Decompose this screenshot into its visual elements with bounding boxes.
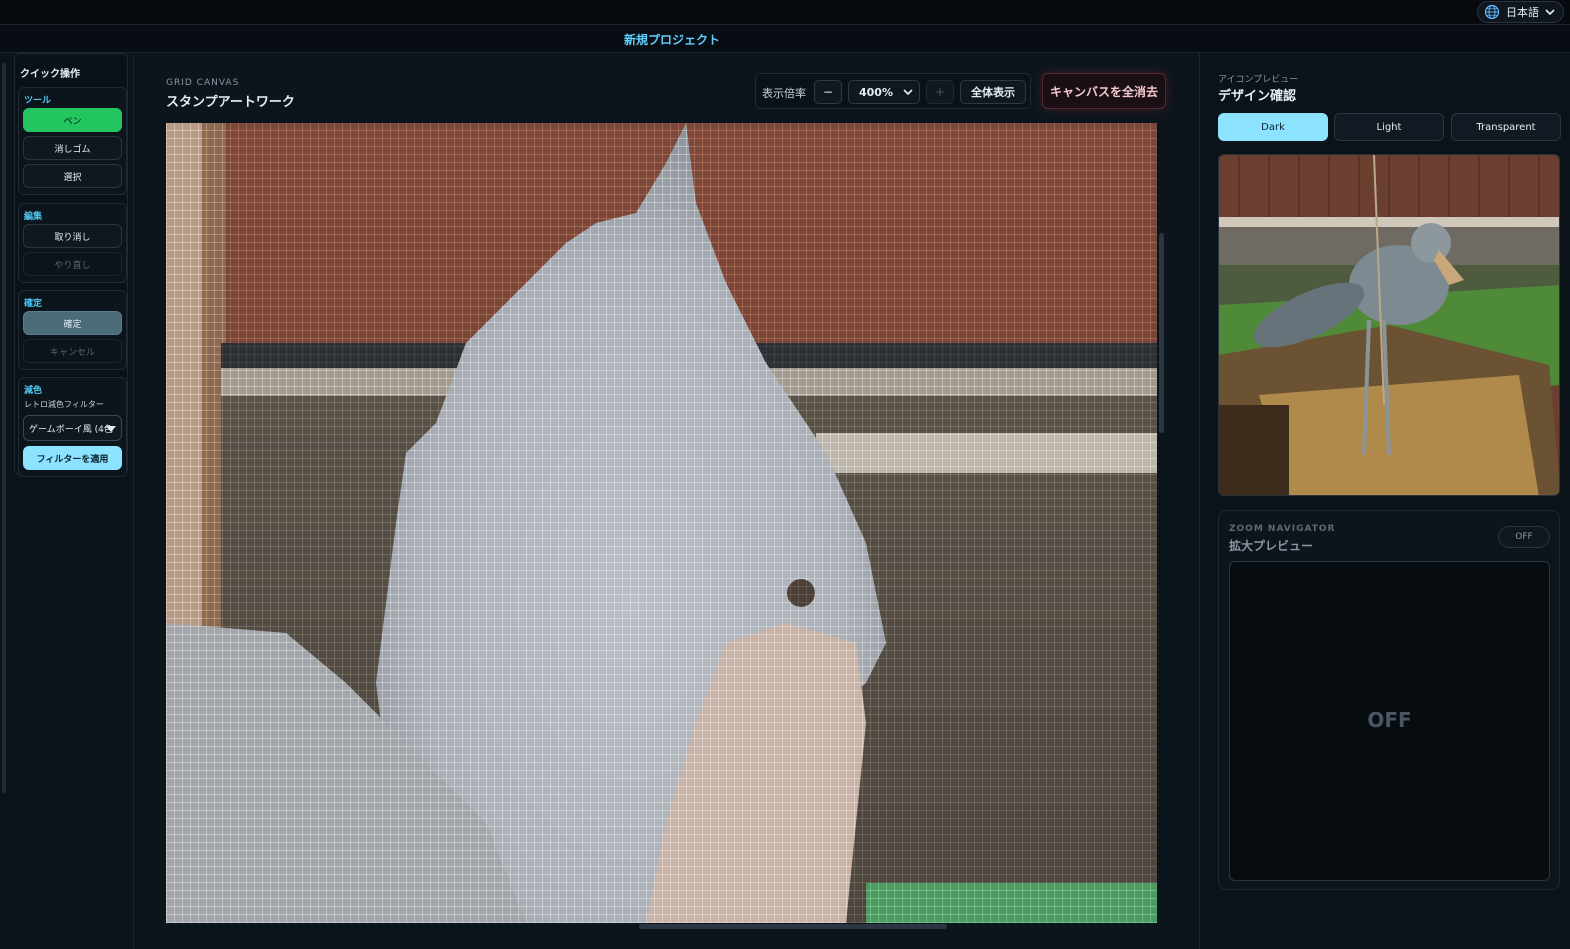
icon-preview-title: デザイン確認: [1218, 89, 1297, 104]
zoom-toolbar: 表示倍率 − 400% + 全体表示: [755, 73, 1031, 109]
zoom-navigator-panel: ZOOM NAVIGATOR 拡大プレビュー OFF OFF: [1218, 510, 1560, 890]
globe-icon: [1484, 4, 1500, 20]
color-reduction-label: 減色: [24, 386, 43, 396]
mode-light-button[interactable]: Light: [1334, 113, 1444, 141]
edit-group: 編集 取り消し やり直し: [18, 203, 127, 283]
mode-transparent-button[interactable]: Transparent: [1451, 113, 1561, 141]
canvas-horizontal-scrollbar[interactable]: [166, 924, 1157, 930]
horizontal-scroll-thumb[interactable]: [639, 924, 947, 929]
confirm-group: 確定 確定 キャンセル: [18, 290, 127, 370]
zoom-in-button[interactable]: +: [926, 80, 954, 104]
caret-down-icon: [106, 426, 116, 432]
grid-overlay: [166, 123, 1157, 923]
color-reduction-group: 減色 レトロ減色フィルター ゲームボーイ風 (4色 フィルターを適用: [18, 377, 127, 477]
retro-filter-value: ゲームボーイ風 (4色: [29, 424, 113, 435]
canvas-title: スタンプアートワーク: [166, 95, 295, 110]
confirm-button[interactable]: 確定: [23, 311, 122, 335]
zoom-navigator-toggle[interactable]: OFF: [1498, 526, 1550, 548]
quick-actions-sidebar: クイック操作 ツール ペン 消しゴム 選択 編集 取り消し やり直し 確定 確定…: [0, 53, 134, 949]
zoom-navigator-off-text: OFF: [1367, 708, 1412, 732]
chevron-down-icon: [903, 87, 913, 100]
quick-actions-title: クイック操作: [20, 69, 80, 80]
preview-sidebar: アイコンプレビュー デザイン確認 Dark Light Transparent: [1199, 53, 1570, 949]
tools-label: ツール: [24, 96, 52, 106]
language-label: 日本語: [1506, 6, 1539, 19]
zoom-select[interactable]: 400%: [848, 80, 920, 104]
shoebill-photo: [1219, 155, 1559, 495]
project-title-tab[interactable]: 新規プロジェクト: [620, 31, 724, 48]
canvas-label: GRID CANVAS: [166, 78, 240, 88]
confirm-label: 確定: [24, 299, 43, 309]
language-selector[interactable]: 日本語: [1477, 1, 1564, 23]
clear-canvas-button[interactable]: キャンバスを全消去: [1042, 73, 1166, 109]
icon-preview-image: [1218, 154, 1560, 496]
sidebar-scrollbar[interactable]: [2, 63, 6, 793]
select-tool-button[interactable]: 選択: [23, 164, 122, 188]
undo-button[interactable]: 取り消し: [23, 224, 122, 248]
cancel-button[interactable]: キャンセル: [23, 339, 122, 363]
vertical-scroll-thumb[interactable]: [1159, 233, 1164, 433]
apply-filter-button[interactable]: フィルターを適用: [23, 446, 122, 470]
pixel-grid-canvas[interactable]: [166, 123, 1157, 923]
edit-label: 編集: [24, 212, 43, 222]
tools-group: ツール ペン 消しゴム 選択: [18, 87, 127, 195]
zoom-navigator-label: ZOOM NAVIGATOR: [1229, 524, 1336, 534]
chevron-down-icon: [1545, 8, 1555, 16]
retro-filter-label: レトロ減色フィルター: [24, 400, 104, 409]
zoom-navigator-title: 拡大プレビュー: [1229, 539, 1314, 553]
mode-dark-button[interactable]: Dark: [1218, 113, 1328, 141]
zoom-value: 400%: [859, 85, 893, 99]
pen-tool-button[interactable]: ペン: [23, 108, 122, 132]
retro-filter-select[interactable]: ゲームボーイ風 (4色: [23, 415, 122, 441]
fit-view-button[interactable]: 全体表示: [960, 80, 1026, 104]
canvas-area: GRID CANVAS スタンプアートワーク 表示倍率 − 400% + 全体表…: [135, 53, 1198, 949]
eraser-tool-button[interactable]: 消しゴム: [23, 136, 122, 160]
redo-button[interactable]: やり直し: [23, 252, 122, 276]
zoom-navigator-view: OFF: [1229, 561, 1550, 881]
top-bar: 日本語: [0, 0, 1570, 25]
zoom-label: 表示倍率: [762, 87, 806, 100]
icon-preview-label: アイコンプレビュー: [1218, 75, 1299, 85]
zoom-out-button[interactable]: −: [814, 80, 842, 104]
project-tab-bar: 新規プロジェクト: [0, 25, 1570, 53]
canvas-vertical-scrollbar[interactable]: [1159, 123, 1165, 923]
